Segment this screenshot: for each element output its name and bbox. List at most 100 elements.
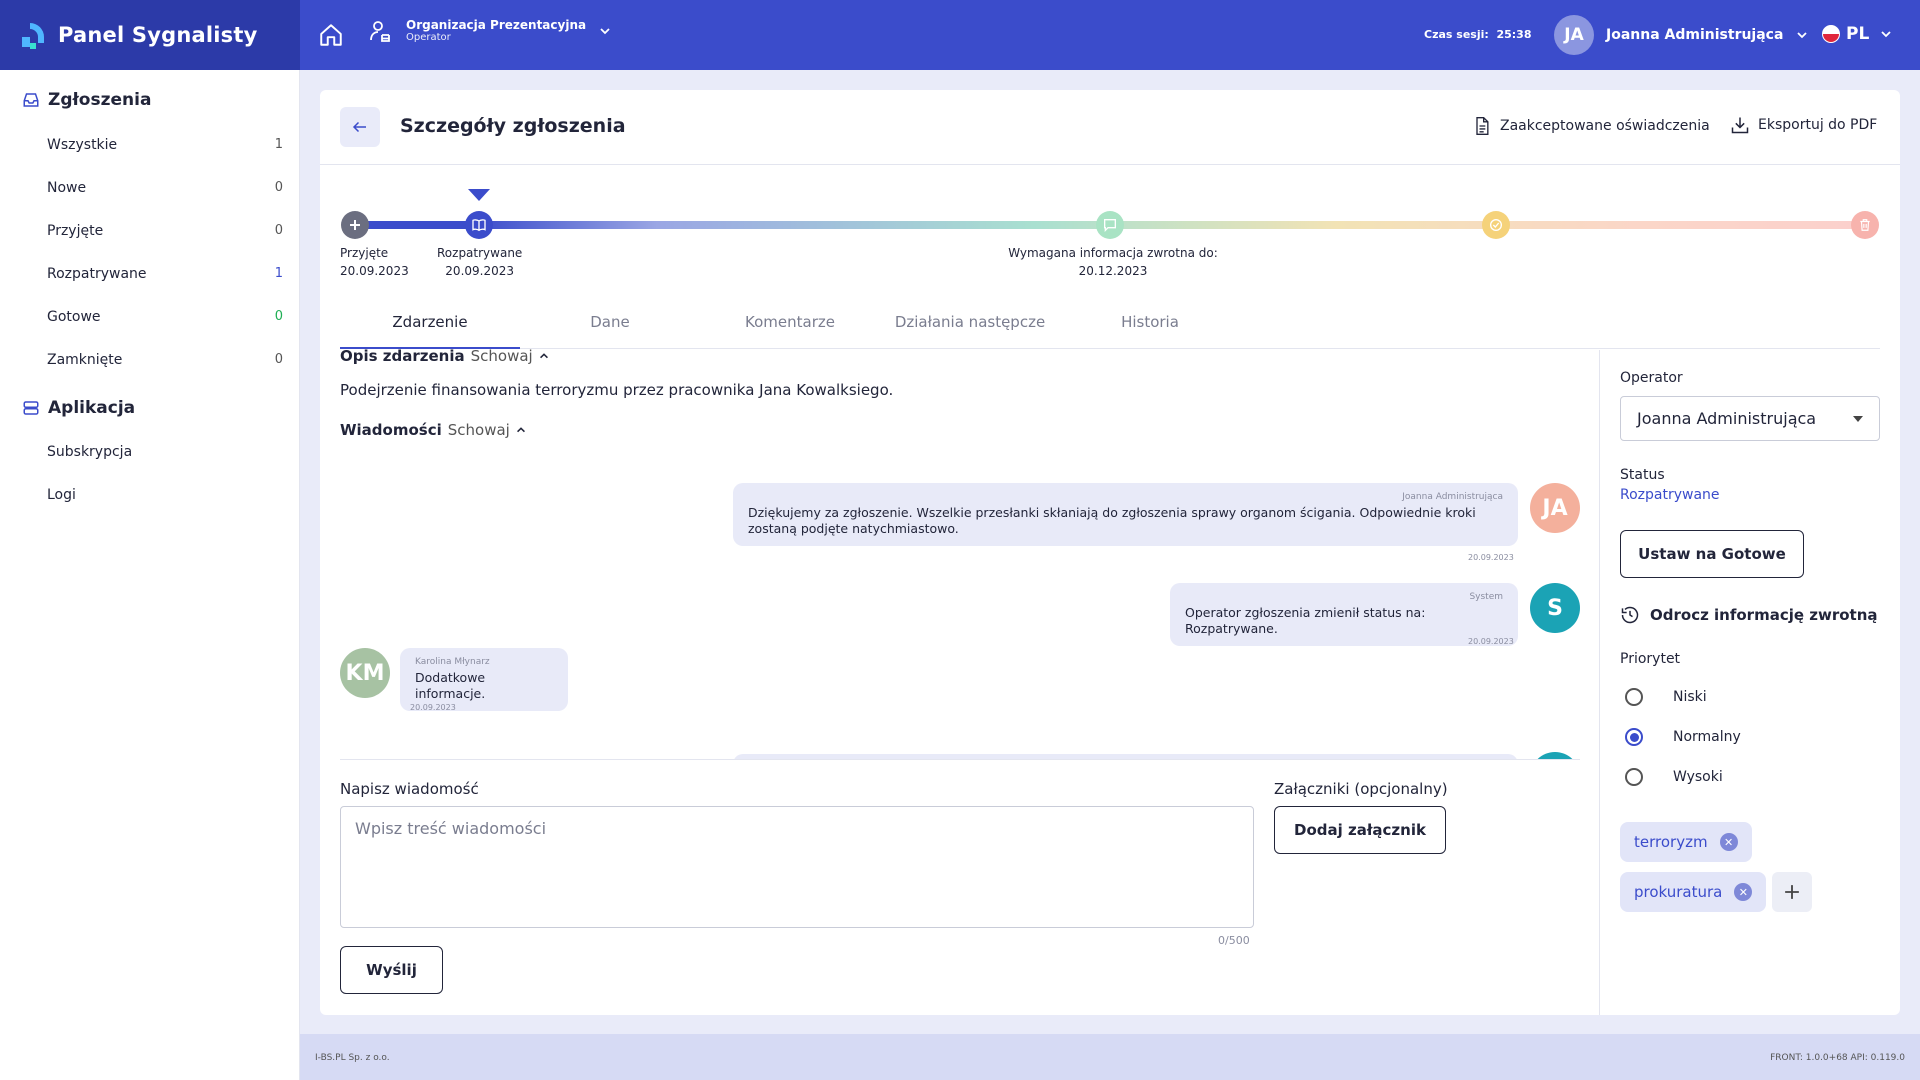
sidebar-item-count: 1 [274,137,283,152]
avatar-partial [1530,752,1580,759]
caret-down-icon [1853,415,1863,422]
message-date: 20.09.2023 [410,703,456,712]
messages-list[interactable]: Joanna Administrująca Dziękujemy za zgło… [340,460,1580,760]
avatar: JA [1554,15,1594,55]
feedback-date: 20.12.2023 [1078,264,1148,278]
add-attachment-button[interactable]: Dodaj załącznik [1274,806,1446,854]
message-text: Dziękujemy za zgłoszenie. Wszelkie przes… [748,505,1476,536]
sidebar-item-accepted[interactable]: Przyjęte 0 [47,223,283,239]
chevron-down-icon [600,28,610,35]
priority-option-low[interactable]: Niski [1625,688,1707,706]
radio-button[interactable] [1625,768,1643,786]
sidebar-item-label: Przyjęte [47,223,104,239]
sidebar-item-label: Rozpatrywane [47,266,147,282]
panel-divider [1599,350,1600,1015]
tab-bar: Zdarzenie Dane Komentarze Działania nast… [340,305,1880,349]
export-pdf-label: Eksportuj do PDF [1758,117,1878,133]
user-menu[interactable]: JA Joanna Administrująca [1554,15,1809,55]
user-org-icon [370,21,390,42]
stage-date: 20.09.2023 [445,264,515,278]
chevron-down-icon [1797,32,1808,39]
language-code: PL [1846,24,1870,44]
sidebar-section-label: Zgłoszenia [48,90,152,110]
sidebar-item-count: 1 [274,266,283,281]
remove-tag-icon[interactable]: ✕ [1719,833,1738,851]
message-input[interactable] [340,806,1254,928]
stage-name: Rozpatrywane [437,246,523,260]
defer-feedback-button[interactable]: Odrocz informację zwrotną [1620,605,1878,625]
priority-option-high[interactable]: Wysoki [1625,768,1723,786]
back-button[interactable] [340,107,380,147]
language-selector[interactable]: PL [1822,24,1893,44]
brand[interactable]: Panel Sygnalisty [0,0,300,70]
sidebar-item-subscription[interactable]: Subskrypcja [47,444,283,460]
tab-comments[interactable]: Komentarze [700,313,880,331]
accepted-statements-button[interactable]: Zaakceptowane oświadczenia [1472,115,1710,137]
chat-bubble-icon [1104,219,1116,232]
operator-select[interactable]: Joanna Administrująca [1620,396,1880,441]
sidebar-item-count: 0 [274,352,283,367]
export-pdf-button[interactable]: Eksportuj do PDF [1730,115,1877,135]
description-title: Opis zdarzenia [340,347,465,365]
remove-tag-icon[interactable]: ✕ [1734,883,1753,901]
sidebar-item-count: 0 [274,223,283,238]
poland-flag-icon [1822,25,1840,43]
tag-chip: terroryzm ✕ [1620,822,1752,862]
sidebar-item-logs[interactable]: Logi [47,487,283,503]
chevron-up-icon[interactable] [538,350,550,362]
description-collapse-toggle[interactable]: Schowaj [471,347,533,365]
chevron-down-icon [1881,31,1891,38]
home-icon[interactable] [318,22,344,48]
defer-feedback-label: Odrocz informację zwrotną [1650,606,1878,624]
operator-label: Operator [1620,370,1683,386]
tag-chip: prokuratura ✕ [1620,872,1767,912]
sidebar-item-label: Wszystkie [47,137,118,153]
sidebar-item-in-review[interactable]: Rozpatrywane 1 [47,266,283,282]
top-bar: Panel Sygnalisty Organizacja Prezentacyj… [0,0,1920,70]
messages-collapse-toggle[interactable]: Schowaj [448,421,510,439]
sidebar-item-new[interactable]: Nowe 0 [47,180,283,196]
tag-label: terroryzm [1634,833,1708,851]
add-tag-button[interactable] [1772,872,1812,912]
send-button[interactable]: Wyślij [340,946,443,994]
sidebar-item-all[interactable]: Wszystkie 1 [47,137,283,153]
radio-button[interactable] [1625,688,1643,706]
messages-title: Wiadomości [340,421,442,439]
sidebar-item-label: Nowe [47,180,87,196]
organization-selector[interactable]: Organizacja Prezentacyjna Operator [368,18,612,44]
description-section-title: Opis zdarzenia Schowaj [340,347,550,365]
tab-follow-up[interactable]: Działania następcze [880,313,1060,331]
stage-date: 20.09.2023 [340,264,409,278]
radio-button-selected[interactable] [1625,728,1643,746]
sidebar-item-count: 0 [274,180,283,195]
tab-data[interactable]: Dane [520,313,700,331]
trash-icon [1860,219,1870,231]
organization-name: Organizacja Prezentacyjna [406,17,587,32]
tab-event[interactable]: Zdarzenie [340,313,520,331]
chevron-up-icon[interactable] [515,424,527,436]
avatar: JA [1530,483,1580,533]
user-name: Joanna Administrująca [1606,27,1784,43]
character-counter: 0/500 [1218,934,1250,947]
tab-history[interactable]: Historia [1060,313,1240,331]
arrow-left-icon [352,121,366,133]
message-bubble-partial [733,754,1518,759]
server-icon [23,401,39,415]
header-divider [320,164,1900,165]
brand-name: Panel Sygnalisty [58,23,258,47]
sidebar-section-label: Aplikacja [48,398,136,418]
sidebar-item-ready[interactable]: Gotowe 0 [47,309,283,325]
message-bubble: Karolina Młynarz Dodatkowe informacje. [400,648,568,711]
sidebar-item-closed[interactable]: Zamknięte 0 [47,352,283,368]
priority-option-normal[interactable]: Normalny [1625,728,1741,746]
plus-icon [1785,885,1799,899]
accepted-statements-label: Zaakceptowane oświadczenia [1500,118,1710,134]
stage-node-in-review [465,211,493,239]
current-stage-marker-icon [468,189,490,201]
avatar: S [1530,583,1580,633]
set-ready-button[interactable]: Ustaw na Gotowe [1620,530,1804,578]
operator-value: Joanna Administrująca [1637,409,1817,428]
sidebar-section-application: Aplikacja [22,398,135,418]
message-text: Operator zgłoszenia zmienił status na: R… [1185,605,1426,636]
page-title: Szczegóły zgłoszenia [400,115,626,137]
